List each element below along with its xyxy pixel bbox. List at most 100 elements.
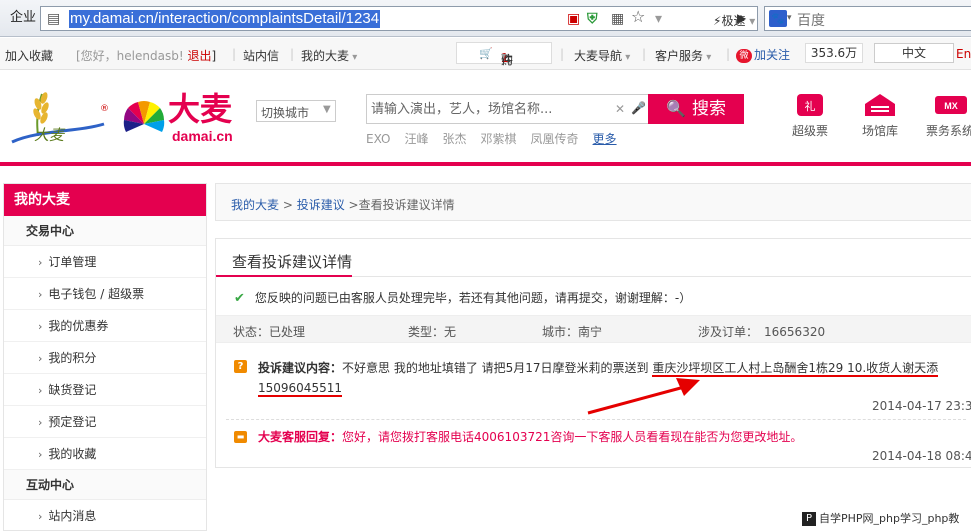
check-icon: ✔ — [234, 291, 245, 306]
divider: | — [232, 47, 237, 61]
notice-text: 您反映的问题已由客服人员处理完毕，若还有其他问题，请再提交，谢谢理解：-） — [254, 291, 692, 305]
address-bar[interactable]: ▤ my.damai.cn/interaction/complaintsDeta… — [40, 6, 758, 31]
speed-mode-button[interactable]: ⚡极速 ▾ — [713, 12, 755, 30]
site-search-box[interactable]: ✕ 🎤 — [366, 94, 648, 124]
type-value: 无 — [444, 325, 457, 339]
header-divider — [0, 162, 971, 166]
chevron-down-icon: ▾ — [349, 52, 358, 63]
hot-word[interactable]: EXO — [366, 132, 390, 146]
zone-label[interactable]: 企业 — [4, 8, 38, 28]
chevron-right-icon: › — [38, 448, 43, 461]
messages-link[interactable]: 站内信 — [243, 47, 279, 64]
resolved-notice: ✔ 您反映的问题已由客服人员处理完毕，若还有其他问题，请再提交，谢谢理解：-） — [234, 289, 691, 306]
clear-icon[interactable]: ✕ — [615, 102, 625, 116]
user-greeting: [您好，helendasb! 退出] — [76, 47, 216, 64]
hot-search-words: EXO 汪峰 张杰 邓紫棋 凤凰传奇 更多 — [366, 130, 631, 147]
sidebar-title[interactable]: 我的大麦 — [4, 184, 206, 216]
sidebar-item-coupons[interactable]: › 我的优惠券 — [4, 310, 206, 342]
sidebar-item-label: 电子钱包 / 超级票 — [48, 287, 145, 301]
search-icon: 🔍 — [666, 99, 686, 118]
sidebar-group-trade[interactable]: 交易中心 — [4, 216, 206, 246]
chevron-right-icon: › — [38, 384, 43, 397]
type-field: 类型：无 — [408, 323, 456, 340]
sidebar-item-reservation[interactable]: › 预定登记 — [4, 406, 206, 438]
sidebar-item-stockout[interactable]: › 缺货登记 — [4, 374, 206, 406]
chevron-right-icon: › — [38, 510, 43, 523]
lang-cn-button[interactable]: 中文 — [874, 43, 954, 63]
page-title: 查看投诉建议详情 — [232, 253, 353, 271]
complaint-label: 投诉建议内容： — [258, 361, 343, 375]
ticket-system-label: 票务系统 — [925, 124, 971, 138]
greeting-text: [您好，helendasb! — [76, 49, 184, 63]
reply-label: 大麦客服回复： — [258, 430, 343, 444]
microphone-icon[interactable]: 🎤 — [631, 101, 646, 115]
hot-word[interactable]: 张杰 — [443, 132, 467, 146]
breadcrumb: 我的大麦 > 投诉建议 >查看投诉建议详情 — [231, 196, 455, 213]
ticket-system-link[interactable]: MX 票务系统 — [918, 92, 971, 139]
breadcrumb-separator: > — [279, 198, 297, 212]
damai-flower-logo-icon[interactable] — [120, 94, 168, 142]
sidebar-item-points[interactable]: › 我的积分 — [4, 342, 206, 374]
follow-label: 加关注 — [754, 48, 791, 62]
sidebar-item-inbox[interactable]: › 站内消息 — [4, 500, 206, 530]
chevron-right-icon: › — [38, 416, 43, 429]
dropdown-icon[interactable]: ▾ — [655, 11, 662, 27]
breadcrumb-section-link[interactable]: 投诉建议 — [297, 198, 345, 212]
my-damai-menu[interactable]: 我的大麦 ▾ — [301, 47, 357, 64]
order-value: 16656320 — [764, 325, 826, 339]
page-icon: ▤ — [47, 11, 61, 27]
city-value: 南宁 — [578, 325, 603, 339]
url-text[interactable]: my.damai.cn/interaction/complaintsDetail… — [69, 10, 381, 28]
baidu-paw-icon[interactable]: 🐾 — [769, 10, 787, 27]
damai-logo-text[interactable]: 大麦 — [168, 90, 232, 128]
chevron-right-icon: › — [38, 320, 43, 333]
super-ticket-label: 超级票 — [791, 124, 828, 138]
sidebar-item-wallet[interactable]: › 电子钱包 / 超级票 — [4, 278, 206, 310]
lang-en-link[interactable]: Eng — [956, 47, 971, 61]
damai-logo-domain[interactable]: damai.cn — [172, 128, 233, 144]
notification-icon[interactable]: ▣ — [567, 11, 580, 27]
chevron-down-icon: ▾ — [501, 51, 507, 62]
add-favorite-link[interactable]: 加入收藏 — [5, 47, 53, 64]
breadcrumb-home-link[interactable]: 我的大麦 — [231, 198, 279, 212]
search-button[interactable]: 🔍 搜索 — [648, 94, 744, 124]
city-switch-dropdown[interactable]: 切换城市 ▼ — [256, 100, 336, 122]
hot-word[interactable]: 凤凰传奇 — [531, 132, 579, 146]
service-reply: 大麦客服回复：您好，请您拨打客服电话4006103721咨询一下客服人员看看现在… — [258, 429, 958, 445]
reply-timestamp: 2014-04-18 08:46 — [872, 449, 971, 463]
cart-button[interactable]: 🛒 购物车1件 ▾ — [456, 42, 552, 101]
chevron-down-icon[interactable]: ▾ — [787, 13, 792, 23]
complaint-timestamp: 2014-04-17 23:39 — [872, 399, 971, 413]
sidebar-group-interaction[interactable]: 互动中心 — [4, 470, 206, 500]
sidebar-item-favorites[interactable]: › 我的收藏 — [4, 438, 206, 470]
site-nav-menu[interactable]: 大麦导航 ▾ — [574, 47, 630, 64]
search-input[interactable] — [371, 99, 611, 119]
breadcrumb-bar: 我的大麦 > 投诉建议 >查看投诉建议详情 — [215, 183, 971, 221]
sidebar-item-orders[interactable]: › 订单管理 — [4, 246, 206, 278]
super-ticket-link[interactable]: 礼 超级票 — [780, 92, 840, 139]
complaint-phone: 15096045511 — [258, 381, 342, 397]
shield-icon[interactable]: ⛨ — [587, 11, 598, 27]
fans-count: 353.6万 — [805, 43, 863, 63]
star-icon[interactable]: ☆ — [631, 9, 645, 25]
venue-library-link[interactable]: 场馆库 — [850, 92, 910, 139]
complaint-address: 重庆沙坪坝区工人村上岛酬舍1栋29 10.收货人谢天添 — [652, 361, 939, 377]
sidebar-item-label: 缺货登记 — [48, 383, 97, 397]
play-icon[interactable]: ▶ — [737, 11, 746, 25]
hot-word[interactable]: 邓紫棋 — [481, 132, 517, 146]
complaint-content: 投诉建议内容：不好意思 我的地址填错了 请把5月17日摩登米莉的票送到 重庆沙坪… — [258, 358, 958, 398]
search-engine-label: 百度 — [797, 13, 825, 29]
divider: | — [726, 47, 731, 61]
sidebar-item-label: 预定登记 — [48, 415, 97, 429]
logout-link[interactable]: 退出 — [187, 49, 211, 63]
browser-search-box[interactable]: 🐾 ▾ 百度 — [764, 6, 971, 31]
qrcode-icon[interactable]: ▦ — [611, 11, 624, 27]
site-top-nav: 加入收藏 [您好，helendasb! 退出] | 站内信 | 我的大麦 ▾ 🛒… — [0, 38, 971, 101]
more-hot-words-link[interactable]: 更多 — [593, 132, 617, 146]
ticket-icon: 礼 — [797, 94, 823, 116]
wheat-logo-icon[interactable]: 大麦 — [8, 88, 108, 148]
browser-toolbar: 企业 ▤ my.damai.cn/interaction/complaintsD… — [0, 0, 971, 37]
weibo-follow-button[interactable]: 微加关注 — [736, 46, 790, 68]
hot-word[interactable]: 汪峰 — [404, 132, 428, 146]
customer-service-menu[interactable]: 客户服务 ▾ — [655, 47, 711, 64]
